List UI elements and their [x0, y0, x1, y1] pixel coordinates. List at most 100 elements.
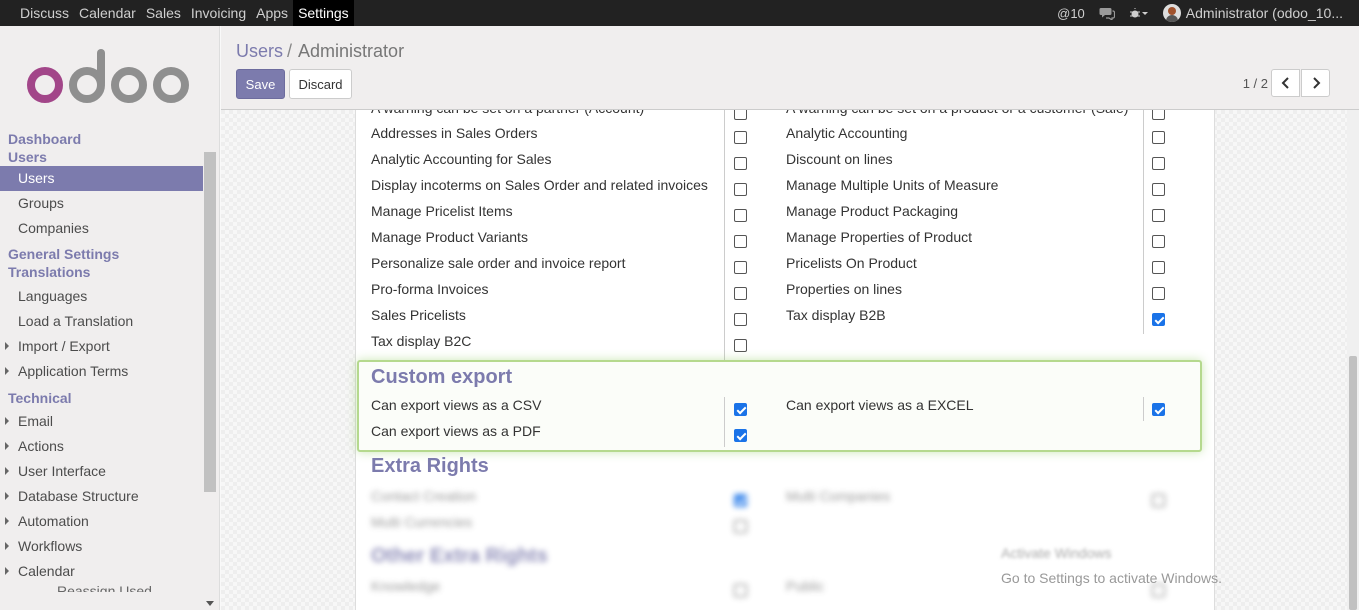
right-label: Discount on lines	[786, 151, 893, 167]
scrollbar-thumb[interactable]	[204, 152, 216, 492]
breadcrumb-users-link[interactable]: Users	[236, 41, 283, 61]
chat-icon[interactable]	[1099, 7, 1115, 20]
right-label: Analytic Accounting	[786, 125, 908, 141]
menu-discuss[interactable]: Discuss	[15, 0, 74, 26]
sidebar-item-companies[interactable]: Companies	[0, 216, 203, 241]
sidebar-item-database-structure[interactable]: Database Structure	[0, 484, 203, 509]
sidebar-item-languages[interactable]: Languages	[0, 284, 203, 309]
right-checkbox[interactable]	[734, 520, 747, 533]
pager-previous-button[interactable]	[1271, 69, 1300, 97]
export-pdf-checkbox[interactable]	[734, 429, 747, 442]
right-checkbox[interactable]	[1152, 209, 1165, 222]
export-csv-label: Can export views as a CSV	[371, 397, 542, 413]
right-checkbox[interactable]	[734, 339, 747, 352]
right-checkbox-checked[interactable]	[734, 494, 747, 507]
right-checkbox[interactable]	[734, 157, 747, 170]
section-translations[interactable]: Translations	[0, 263, 203, 281]
right-label: Manage Product Variants	[371, 229, 528, 245]
sidebar-item-label: Email	[18, 413, 54, 429]
menu-sales[interactable]: Sales	[141, 0, 186, 26]
sidebar-item-label: Workflows	[18, 538, 83, 554]
right-checkbox[interactable]	[734, 131, 747, 144]
extra-rights-title: Extra Rights	[371, 455, 489, 477]
right-label: Manage Multiple Units of Measure	[786, 177, 999, 193]
sidebar-item-import-export[interactable]: Import / Export	[0, 334, 203, 359]
pager-next-button[interactable]	[1301, 69, 1330, 97]
right-checkbox[interactable]	[1152, 235, 1165, 248]
section-users[interactable]: Users	[0, 148, 203, 166]
sidebar-item-email[interactable]: Email	[0, 409, 203, 434]
sidebar-item-load-translation[interactable]: Load a Translation	[0, 309, 203, 334]
chevron-left-icon	[1281, 77, 1289, 89]
menu-apps[interactable]: Apps	[251, 0, 293, 26]
sidebar-item-automation[interactable]: Automation	[0, 509, 203, 534]
export-excel-checkbox[interactable]	[1152, 403, 1165, 416]
right-label: Multi Companies	[786, 488, 891, 504]
sidebar-scrollbar[interactable]	[203, 152, 217, 610]
right-checkbox-checked[interactable]	[1152, 313, 1165, 326]
caret-right-icon	[5, 567, 9, 575]
right-checkbox[interactable]	[734, 183, 747, 196]
right-label: Addresses in Sales Orders	[371, 125, 538, 141]
right-checkbox[interactable]	[734, 287, 747, 300]
right-checkbox-top-right[interactable]	[1152, 110, 1165, 120]
right-checkbox[interactable]	[1152, 494, 1165, 507]
right-checkbox[interactable]	[1152, 131, 1165, 144]
export-csv-checkbox[interactable]	[734, 403, 747, 416]
caret-right-icon	[5, 517, 9, 525]
right-checkbox[interactable]	[734, 584, 747, 597]
sidebar-item-application-terms[interactable]: Application Terms	[0, 359, 203, 384]
right-label: Analytic Accounting for Sales	[371, 151, 552, 167]
right-checkbox-top-left[interactable]	[734, 110, 747, 120]
sidebar-item-cutoff[interactable]: Reassign Used...	[0, 584, 203, 592]
sidebar-item-actions[interactable]: Actions	[0, 434, 203, 459]
sidebar-item-label: Automation	[18, 513, 89, 529]
menu-invoicing[interactable]: Invoicing	[186, 0, 251, 26]
export-excel-label: Can export views as a EXCEL	[786, 397, 974, 413]
section-technical[interactable]: Technical	[0, 389, 203, 407]
right-label: Display incoterms on Sales Order and rel…	[371, 177, 708, 193]
caret-right-icon	[5, 367, 9, 375]
menu-calendar[interactable]: Calendar	[74, 0, 141, 26]
bug-debug-icon[interactable]	[1129, 7, 1149, 19]
sidebar-item-groups[interactable]: Groups	[0, 191, 203, 216]
right-checkbox[interactable]	[1152, 157, 1165, 170]
section-general-settings[interactable]: General Settings	[0, 245, 203, 263]
discard-button[interactable]: Discard	[289, 69, 352, 99]
scrollbar-thumb[interactable]	[1349, 356, 1357, 610]
sidebar-item-users[interactable]: Users	[0, 166, 203, 191]
right-checkbox[interactable]	[1152, 261, 1165, 274]
form-view: A warning can be set on a partner (Accou…	[221, 110, 1347, 610]
column-divider	[724, 397, 725, 447]
odoo-logo[interactable]: odoo	[0, 26, 219, 128]
right-label: Pro-forma Invoices	[371, 281, 489, 297]
activate-windows-title: Activate Windows	[1001, 545, 1112, 561]
sidebar-item-workflows[interactable]: Workflows	[0, 534, 203, 559]
sidebar-item-calendar[interactable]: Calendar	[0, 559, 203, 584]
right-checkbox[interactable]	[1152, 287, 1165, 300]
scroll-down-icon[interactable]	[206, 601, 214, 606]
right-checkbox[interactable]	[734, 235, 747, 248]
right-checkbox[interactable]	[734, 261, 747, 274]
caret-right-icon	[5, 467, 9, 475]
user-menu[interactable]: Administrator (odoo_10...	[1162, 4, 1359, 22]
sidebar-item-user-interface[interactable]: User Interface	[0, 459, 203, 484]
main-scrollbar[interactable]	[1347, 110, 1359, 610]
right-label: Properties on lines	[786, 281, 902, 297]
sidebar-item-label: Actions	[18, 438, 64, 454]
right-checkbox[interactable]	[734, 209, 747, 222]
menu-settings[interactable]: Settings	[293, 0, 354, 26]
right-label: Multi Currencies	[371, 514, 473, 530]
save-button[interactable]: Save	[236, 69, 285, 99]
section-dashboard[interactable]: Dashboard	[0, 130, 203, 148]
mentions-counter[interactable]: @10	[1057, 6, 1085, 21]
chevron-right-icon	[1312, 77, 1320, 89]
column-divider	[1143, 397, 1144, 421]
sidebar: odoo Dashboard Users Users Groups Compan…	[0, 26, 220, 610]
right-checkbox[interactable]	[734, 313, 747, 326]
right-label: Knowledge	[371, 578, 441, 594]
right-label: Manage Pricelist Items	[371, 203, 513, 219]
sidebar-item-label: User Interface	[18, 463, 106, 479]
right-checkbox[interactable]	[1152, 183, 1165, 196]
export-pdf-label: Can export views as a PDF	[371, 423, 541, 439]
